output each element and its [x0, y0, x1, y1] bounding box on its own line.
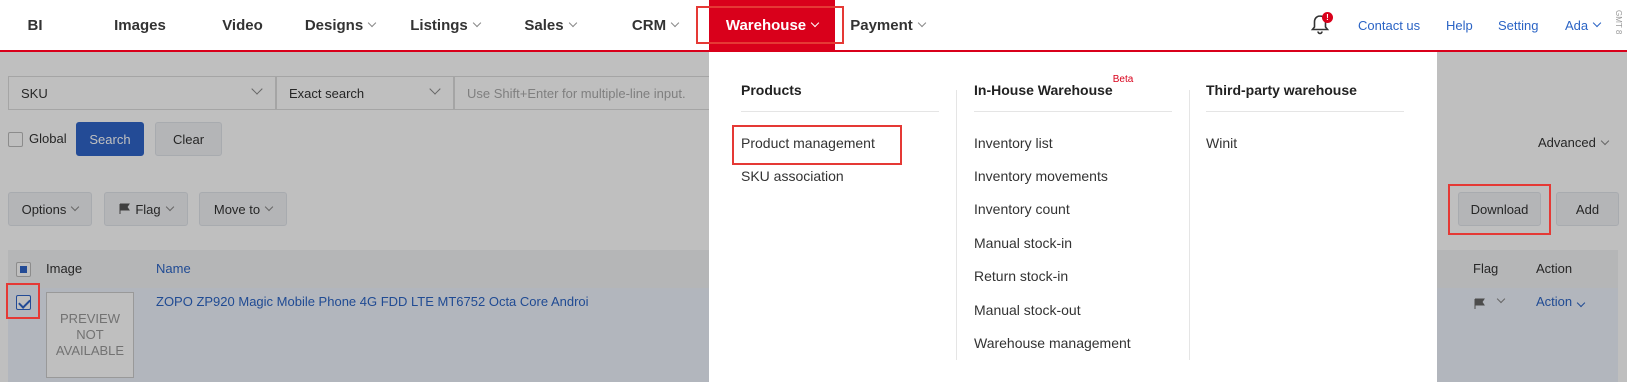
flag-icon	[119, 203, 131, 214]
chevron-down-icon	[1576, 298, 1586, 308]
menu-column-in-house-warehouse: In-House Warehouse Beta Inventory list In…	[974, 74, 1172, 360]
row-action-menu[interactable]: Action	[1536, 294, 1586, 309]
move-to-button[interactable]: Move to	[199, 192, 287, 226]
search-button[interactable]: Search	[76, 122, 144, 156]
download-button[interactable]: Download	[1458, 192, 1541, 226]
select-all-checkbox[interactable]	[16, 262, 31, 277]
column-name[interactable]: Name	[156, 261, 191, 276]
global-label: Global	[29, 131, 67, 146]
menu-divider	[956, 90, 957, 360]
flag-icon[interactable]	[1474, 298, 1488, 310]
advanced-toggle[interactable]: Advanced	[1538, 135, 1610, 150]
warehouse-dropdown-menu: Products Product management SKU associat…	[709, 52, 1437, 382]
menu-column-title: Products	[741, 82, 939, 112]
nav-sales[interactable]: Sales	[515, 0, 585, 50]
nav-designs[interactable]: Designs	[300, 0, 380, 50]
beta-badge: Beta	[1112, 74, 1134, 85]
menu-item-inventory-movements[interactable]: Inventory movements	[974, 159, 1172, 192]
nav-listings[interactable]: Listings	[405, 0, 485, 50]
add-button[interactable]: Add	[1556, 192, 1619, 226]
menu-item-manual-stock-out[interactable]: Manual stock-out	[974, 293, 1172, 326]
menu-item-manual-stock-in[interactable]: Manual stock-in	[974, 226, 1172, 259]
search-input[interactable]: Use Shift+Enter for multiple-line input.	[454, 76, 714, 110]
flag-button[interactable]: Flag	[104, 192, 188, 226]
column-flag: Flag	[1473, 261, 1499, 276]
menu-item-product-management[interactable]: Product management	[741, 126, 939, 159]
notification-bell-icon[interactable]: !	[1310, 12, 1333, 36]
menu-column-products: Products Product management SKU associat…	[741, 82, 939, 193]
global-checkbox[interactable]	[8, 132, 23, 147]
nav-images[interactable]: Images	[100, 0, 180, 50]
chevron-down-icon	[367, 18, 377, 28]
menu-column-third-party-warehouse: Third-party warehouse Winit	[1206, 82, 1404, 159]
chevron-down-icon	[429, 83, 441, 95]
chevron-down-icon	[264, 202, 274, 212]
search-mode-select[interactable]: Exact search	[276, 76, 454, 110]
clear-button[interactable]: Clear	[155, 122, 222, 156]
setting-link[interactable]: Setting	[1498, 0, 1538, 50]
menu-item-winit[interactable]: Winit	[1206, 126, 1404, 159]
nav-bi[interactable]: BI	[15, 0, 55, 50]
top-navigation: BI Images Video Designs Listings Sales C…	[0, 0, 1627, 52]
nav-payment[interactable]: Payment	[845, 0, 930, 50]
notification-badge: !	[1322, 12, 1333, 23]
contact-us-link[interactable]: Contact us	[1358, 0, 1420, 50]
chevron-down-icon	[165, 202, 174, 212]
nav-video[interactable]: Video	[205, 0, 280, 50]
menu-item-inventory-list[interactable]: Inventory list	[974, 126, 1172, 159]
user-menu[interactable]: Ada	[1565, 0, 1602, 50]
menu-item-return-stock-in[interactable]: Return stock-in	[974, 260, 1172, 293]
chevron-down-icon	[1592, 18, 1602, 28]
menu-item-sku-association[interactable]: SKU association	[741, 159, 939, 192]
chevron-down-icon	[917, 18, 927, 28]
chevron-down-icon	[71, 202, 80, 212]
options-button[interactable]: Options	[8, 192, 92, 226]
nav-warehouse[interactable]: Warehouse	[709, 0, 835, 50]
chevron-down-icon	[670, 18, 680, 28]
chevron-down-icon	[251, 83, 263, 95]
timezone-label: GMT 8	[1614, 10, 1623, 35]
row-checkbox[interactable]	[16, 295, 31, 310]
menu-divider	[1189, 90, 1190, 360]
menu-item-warehouse-management[interactable]: Warehouse management	[974, 326, 1172, 359]
menu-item-inventory-count[interactable]: Inventory count	[974, 193, 1172, 226]
column-action: Action	[1536, 261, 1573, 276]
nav-crm[interactable]: CRM	[620, 0, 690, 50]
search-field-select[interactable]: SKU	[8, 76, 276, 110]
chevron-down-icon	[1496, 294, 1506, 304]
menu-column-title: In-House Warehouse Beta	[974, 74, 1172, 112]
chevron-down-icon	[810, 18, 820, 28]
menu-column-title: Third-party warehouse	[1206, 82, 1404, 112]
help-link[interactable]: Help	[1446, 0, 1473, 50]
chevron-down-icon	[568, 18, 577, 28]
column-image: Image	[46, 261, 83, 276]
chevron-down-icon	[1600, 136, 1610, 145]
product-image-placeholder: PREVIEW NOT AVAILABLE	[46, 292, 134, 378]
product-name-link[interactable]: ZOPO ZP920 Magic Mobile Phone 4G FDD LTE…	[156, 294, 589, 309]
chevron-down-icon	[472, 18, 481, 28]
